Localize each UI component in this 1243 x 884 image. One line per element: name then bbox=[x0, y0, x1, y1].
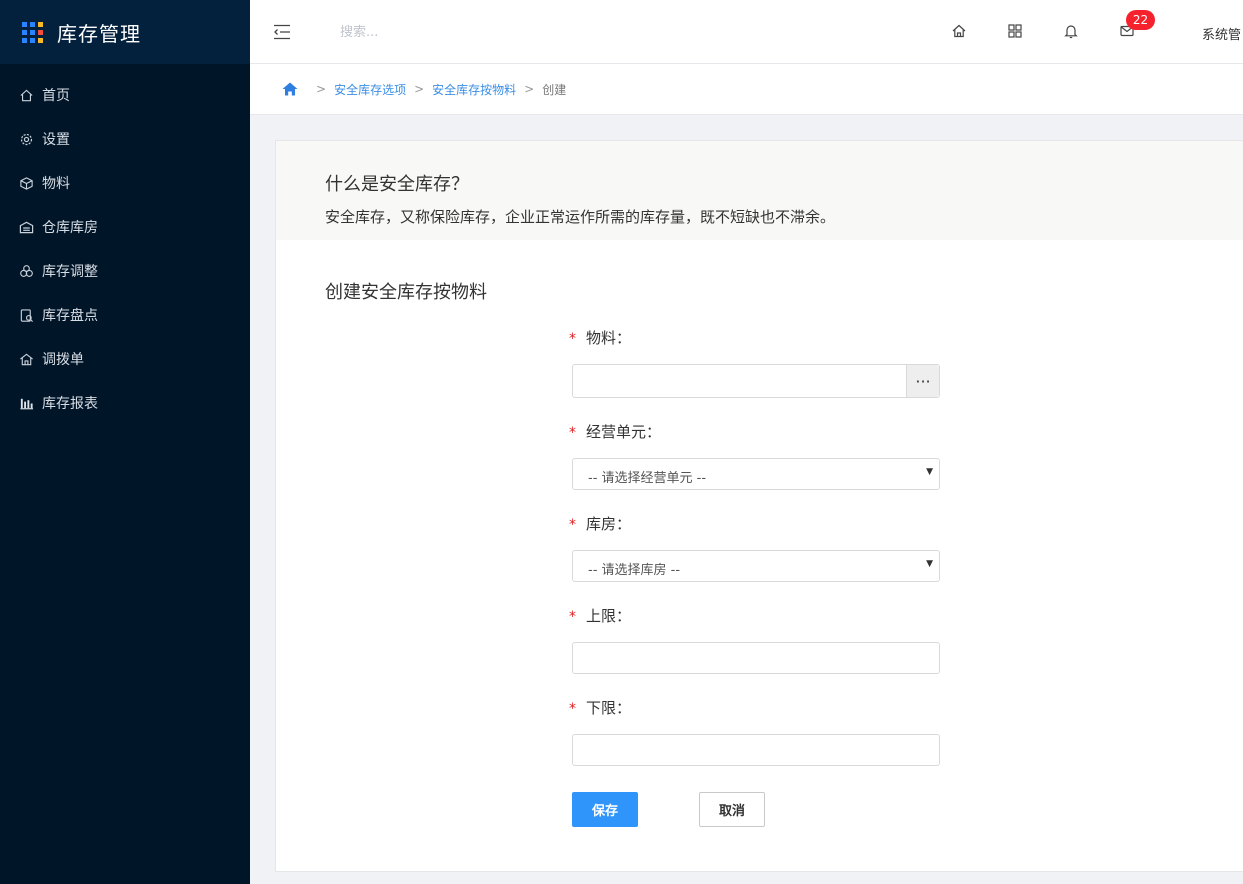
mail-count-badge: 22 bbox=[1126, 10, 1155, 30]
cancel-button[interactable]: 取消 bbox=[699, 792, 765, 827]
breadcrumb-link[interactable]: 安全库存选项 bbox=[334, 81, 406, 98]
adjust-icon bbox=[18, 263, 34, 279]
sidebar-item-label: 物料 bbox=[42, 176, 70, 192]
save-button[interactable]: 保存 bbox=[572, 792, 638, 827]
business-unit-select[interactable]: -- 请选择经营单元 -- ▼ bbox=[572, 458, 940, 490]
breadcrumb-separator: > bbox=[524, 82, 535, 96]
sidebar-item-transfer[interactable]: 调拨单 bbox=[0, 337, 250, 381]
gear-icon bbox=[18, 131, 34, 147]
intro-text: 安全库存，又称保险库存，企业正常运作所需的库存量，既不短缺也不滞余。 bbox=[325, 208, 836, 226]
bell-icon[interactable] bbox=[1062, 22, 1080, 40]
sidebar-item-material[interactable]: 物料 bbox=[0, 161, 250, 205]
content-card: 什么是安全库存？ 安全库存，又称保险库存，企业正常运作所需的库存量，既不短缺也不… bbox=[275, 140, 1243, 872]
apps-icon[interactable] bbox=[1006, 22, 1024, 40]
warehouse-select[interactable]: -- 请选择库房 -- ▼ bbox=[572, 550, 940, 582]
home-icon[interactable] bbox=[950, 22, 968, 40]
required-mark: * bbox=[569, 517, 576, 533]
bar-chart-icon bbox=[18, 395, 34, 411]
breadcrumb-link[interactable]: 安全库存按物料 bbox=[432, 81, 516, 98]
material-picker-button[interactable]: ··· bbox=[906, 365, 939, 397]
caret-down-icon: ▼ bbox=[926, 467, 933, 477]
warehouse-selected: -- 请选择库房 -- bbox=[588, 563, 681, 578]
breadcrumb-separator: > bbox=[316, 82, 327, 96]
brand[interactable]: 库存管理 bbox=[0, 0, 250, 64]
user-name[interactable]: 系统管 bbox=[1202, 24, 1241, 43]
intro-panel: 什么是安全库存？ 安全库存，又称保险库存，企业正常运作所需的库存量，既不短缺也不… bbox=[276, 141, 1243, 240]
required-mark: * bbox=[569, 331, 576, 347]
grid-icon bbox=[22, 21, 43, 43]
top-header: 22 系统管 bbox=[250, 0, 1243, 64]
inventory-check-icon bbox=[18, 307, 34, 323]
sidebar-menu: 首页 设置 物料 仓库库房 库存调整 库存盘点 调拨单 库存报表 bbox=[0, 64, 250, 425]
warehouse-label: * 库房： bbox=[569, 515, 632, 533]
caret-down-icon: ▼ bbox=[926, 559, 933, 569]
sidebar-item-label: 库存盘点 bbox=[42, 308, 98, 324]
material-label: * 物料： bbox=[569, 329, 632, 347]
material-input[interactable]: ··· bbox=[572, 364, 940, 398]
brand-title: 库存管理 bbox=[57, 21, 141, 46]
business-unit-label: * 经营单元： bbox=[569, 423, 662, 441]
search-input[interactable] bbox=[340, 20, 600, 44]
sidebar: 库存管理 首页 设置 物料 仓库库房 库存调整 库存盘点 调拨单 库存报表 bbox=[0, 0, 250, 884]
breadcrumb-separator: > bbox=[414, 82, 425, 96]
sidebar-item-label: 首页 bbox=[42, 88, 70, 104]
breadcrumb-current: 创建 bbox=[542, 82, 567, 97]
sidebar-item-label: 调拨单 bbox=[42, 352, 84, 368]
sidebar-item-label: 仓库库房 bbox=[42, 220, 98, 236]
required-mark: * bbox=[569, 425, 576, 441]
menu-fold-icon[interactable] bbox=[272, 22, 292, 42]
sidebar-item-label: 设置 bbox=[42, 132, 70, 148]
lower-limit-label: * 下限： bbox=[569, 699, 632, 717]
sidebar-item-stock-report[interactable]: 库存报表 bbox=[0, 381, 250, 425]
sidebar-item-warehouse[interactable]: 仓库库房 bbox=[0, 205, 250, 249]
required-mark: * bbox=[569, 701, 576, 717]
box-icon bbox=[18, 175, 34, 191]
upper-limit-input[interactable] bbox=[572, 642, 940, 674]
business-unit-selected: -- 请选择经营单元 -- bbox=[588, 471, 707, 486]
home-icon[interactable] bbox=[282, 81, 298, 97]
sidebar-item-home[interactable]: 首页 bbox=[0, 73, 250, 117]
sidebar-item-settings[interactable]: 设置 bbox=[0, 117, 250, 161]
sidebar-item-stock-adjust[interactable]: 库存调整 bbox=[0, 249, 250, 293]
form-title: 创建安全库存按物料 bbox=[325, 282, 487, 303]
sidebar-item-stocktake[interactable]: 库存盘点 bbox=[0, 293, 250, 337]
upper-limit-label: * 上限： bbox=[569, 607, 632, 625]
home-icon bbox=[18, 87, 34, 103]
intro-title: 什么是安全库存？ bbox=[325, 174, 469, 195]
sidebar-item-label: 库存调整 bbox=[42, 264, 98, 280]
transfer-icon bbox=[18, 351, 34, 367]
required-mark: * bbox=[569, 609, 576, 625]
breadcrumb: > 安全库存选项 > 安全库存按物料 > 创建 bbox=[250, 64, 1243, 115]
lower-limit-input[interactable] bbox=[572, 734, 940, 766]
warehouse-icon bbox=[18, 219, 34, 235]
sidebar-item-label: 库存报表 bbox=[42, 396, 98, 412]
